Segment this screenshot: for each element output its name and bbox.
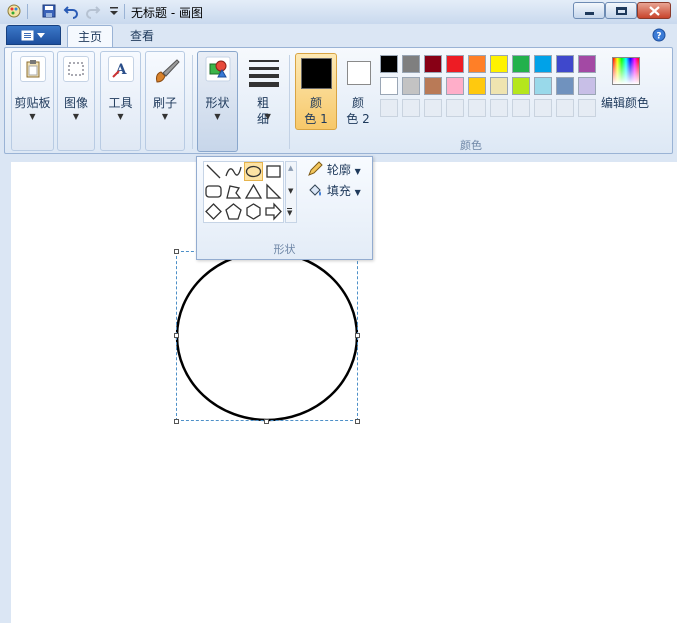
- shape-selection-box[interactable]: [176, 251, 358, 421]
- outline-button[interactable]: 轮廓 ▼: [307, 161, 361, 179]
- shapes-gallery: [203, 161, 284, 223]
- scroll-up-icon[interactable]: ▲: [288, 164, 293, 172]
- shapes-gallery-scrollbar[interactable]: ▲ ▼ ▼: [285, 161, 297, 223]
- shape-oval-icon[interactable]: [244, 162, 263, 181]
- shapes-group-caption: 形状: [273, 243, 296, 256]
- shape-triangle-icon[interactable]: [244, 182, 263, 201]
- resize-handle-w[interactable]: [174, 333, 179, 338]
- shape-rounded-rectangle-icon[interactable]: [204, 182, 223, 201]
- scroll-down-icon[interactable]: ▼: [288, 187, 293, 195]
- shape-rectangle-icon[interactable]: [264, 162, 283, 181]
- shape-right-arrow-icon[interactable]: [264, 202, 283, 221]
- paint-bucket-icon: [309, 184, 321, 196]
- shape-right-triangle-icon[interactable]: [264, 182, 283, 201]
- fill-label: 填充: [326, 184, 351, 198]
- shapes-dropdown-panel: ▲ ▼ ▼ 轮廓 ▼ 填充 ▼ 形状: [196, 156, 373, 260]
- gallery-expand-icon[interactable]: ▼: [287, 208, 293, 217]
- resize-handle-e[interactable]: [355, 333, 360, 338]
- fill-button[interactable]: 填充 ▼: [307, 182, 361, 200]
- outline-label: 轮廓: [326, 163, 351, 177]
- shape-curve-icon[interactable]: [224, 162, 243, 181]
- shape-polygon-icon[interactable]: [224, 182, 243, 201]
- resize-handle-sw[interactable]: [174, 419, 179, 424]
- outline-dropdown-arrow-icon: ▼: [354, 167, 361, 176]
- resize-handle-s[interactable]: [264, 419, 269, 424]
- shape-pentagon-icon[interactable]: [224, 202, 243, 221]
- fill-dropdown-arrow-icon: ▼: [354, 188, 361, 197]
- shape-hexagon-icon[interactable]: [244, 202, 263, 221]
- shape-diamond-icon[interactable]: [204, 202, 223, 221]
- shape-line-icon[interactable]: [204, 162, 223, 181]
- pencil-icon: [308, 161, 323, 176]
- resize-handle-se[interactable]: [355, 419, 360, 424]
- resize-handle-nw[interactable]: [174, 249, 179, 254]
